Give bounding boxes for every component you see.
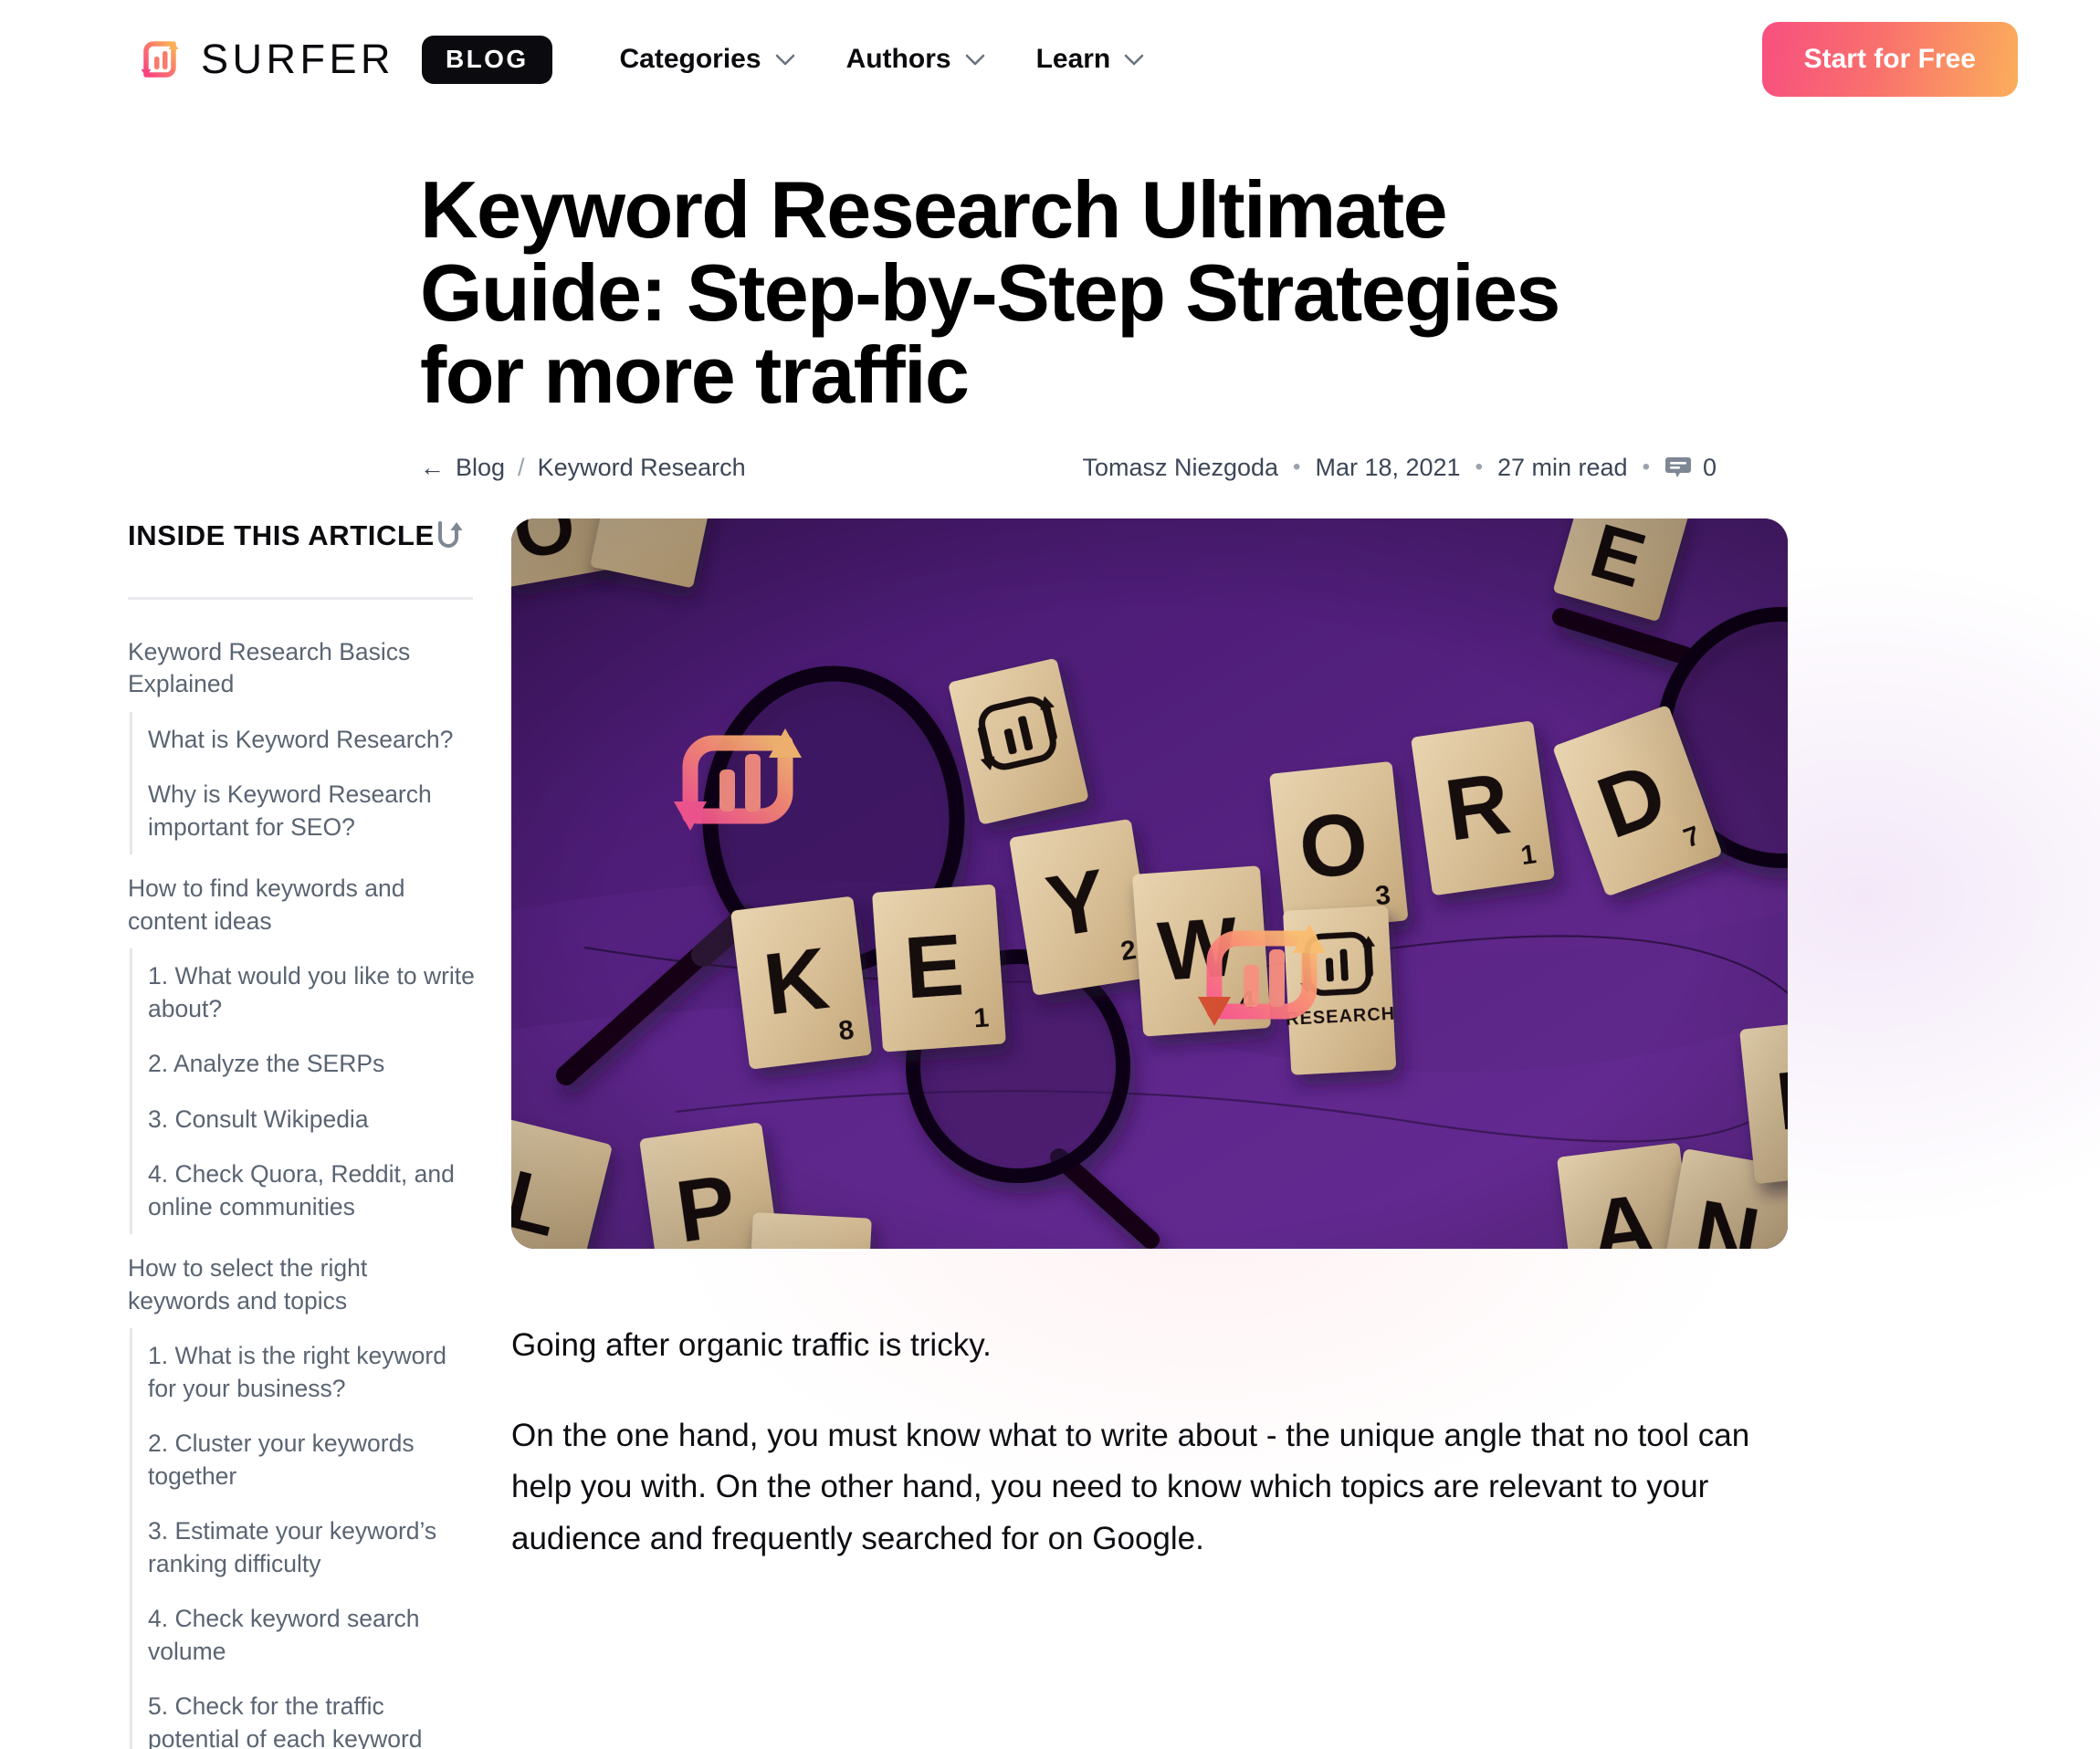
toc-subitem[interactable]: 4. Check keyword search volume <box>148 1591 475 1679</box>
toc-heading[interactable]: Keyword Research Basics Explained <box>128 623 475 712</box>
page-title: Keyword Research Ultimate Guide: Step-by… <box>420 164 1560 421</box>
toc-header: INSIDE THIS ARTICLE <box>128 518 475 553</box>
chevron-down-icon <box>965 54 984 65</box>
toc-subitem[interactable]: 2. Analyze the SERPs <box>148 1036 475 1092</box>
breadcrumb-parent-label: Blog <box>456 453 506 481</box>
toc-sublist: 1. What is the right keyword for your bu… <box>130 1328 475 1749</box>
brand-logo-link[interactable]: SURFER BLOG <box>135 35 552 84</box>
article-paragraph: Going after organic traffic is tricky. <box>511 1326 992 1363</box>
toc-heading[interactable]: How to find keywords and content ideas <box>128 860 475 948</box>
toc-group: Keyword Research Basics Explained What i… <box>128 623 475 855</box>
toc-subitem[interactable]: 2. Cluster your keywords together <box>148 1416 475 1503</box>
nav-item-authors[interactable]: Authors <box>846 44 985 75</box>
toc-subitem[interactable]: 4. Check Quora, Reddit, and online commu… <box>148 1147 475 1234</box>
toc-subitem[interactable]: 3. Estimate your keyword’s ranking diffi… <box>148 1503 475 1591</box>
toc-heading[interactable]: How to select the right keywords and top… <box>128 1240 475 1328</box>
hero-image: O E N <box>511 518 1788 1249</box>
nav-item-learn-label: Learn <box>1035 44 1111 74</box>
breadcrumb-back-link[interactable]: ← Blog <box>420 454 505 482</box>
toc-subitem[interactable]: What is Keyword Research? <box>148 712 475 768</box>
content-grid: INSIDE THIS ARTICLE Keyword Research Bas… <box>0 482 2100 1749</box>
publish-date: Mar 18, 2021 <box>1315 453 1461 481</box>
toc-list: Keyword Research Basics Explained What i… <box>128 623 475 1749</box>
toc-subitem[interactable]: 1. What is the right keyword for your bu… <box>148 1328 475 1416</box>
u-turn-arrow-icon[interactable] <box>435 518 466 553</box>
article-main: O E N <box>511 518 2100 1749</box>
breadcrumb-separator: / <box>518 453 525 481</box>
article-header: Keyword Research Ultimate Guide: Step-by… <box>0 119 2100 482</box>
toc-sublist: What is Keyword Research? Why is Keyword… <box>130 711 475 855</box>
chevron-down-icon <box>775 54 794 65</box>
nav-item-categories-label: Categories <box>619 44 761 74</box>
toc-subitem[interactable]: 1. What would you like to write about? <box>148 948 475 1036</box>
toc-group: How to find keywords and content ideas 1… <box>128 860 475 1235</box>
site-header: SURFER BLOG Categories Authors Learn Sta… <box>0 0 2100 119</box>
breadcrumb-current-label[interactable]: Keyword Research <box>538 454 746 482</box>
article-paragraph: On the one hand, you must know what to w… <box>511 1417 1750 1556</box>
article-prose: Going after organic traffic is tricky. O… <box>511 1249 1776 1566</box>
toc-group: How to select the right keywords and top… <box>128 1240 475 1749</box>
comment-bubble-icon <box>1664 457 1691 478</box>
nav-item-authors-label: Authors <box>845 44 951 74</box>
brand-wordmark: SURFER <box>201 36 395 82</box>
brand-badge-blog: BLOG <box>422 35 552 84</box>
toc-subitem[interactable]: 3. Consult Wikipedia <box>148 1092 475 1147</box>
toc-subitem[interactable]: 5. Check for the traffic potential of ea… <box>148 1679 475 1749</box>
breadcrumb: ← Blog / Keyword Research <box>420 454 746 482</box>
back-arrow-icon: ← <box>420 453 445 481</box>
main-navigation: Categories Authors Learn <box>620 44 1145 75</box>
toc-divider <box>128 596 473 600</box>
hero-image-canvas: O E N <box>511 518 1788 1249</box>
meta-dot: • <box>1293 455 1301 480</box>
comment-count-link[interactable]: 0 <box>1664 454 1717 482</box>
read-time: 27 min read <box>1496 453 1628 481</box>
article-meta-row: ← Blog / Keyword Research Tomasz Niezgod… <box>420 454 2100 482</box>
chevron-down-icon <box>1124 54 1144 65</box>
surfer-loop-bars-icon <box>141 41 179 78</box>
nav-item-categories[interactable]: Categories <box>620 44 795 75</box>
meta-dot: • <box>1642 455 1650 480</box>
toc-subitem[interactable]: Why is Keyword Research important for SE… <box>148 767 475 854</box>
table-of-contents: INSIDE THIS ARTICLE Keyword Research Bas… <box>0 518 511 1749</box>
start-for-free-button[interactable]: Start for Free <box>1761 22 2018 97</box>
article-byline: Tomasz Niezgoda • Mar 18, 2021 • 27 min … <box>1082 454 1717 482</box>
toc-title: INSIDE THIS ARTICLE <box>128 518 435 551</box>
nav-item-learn[interactable]: Learn <box>1036 44 1145 75</box>
comment-count: 0 <box>1702 453 1717 481</box>
meta-dot: • <box>1475 455 1483 480</box>
toc-sublist: 1. What would you like to write about? 2… <box>130 948 475 1235</box>
author-name[interactable]: Tomasz Niezgoda <box>1082 454 1278 482</box>
